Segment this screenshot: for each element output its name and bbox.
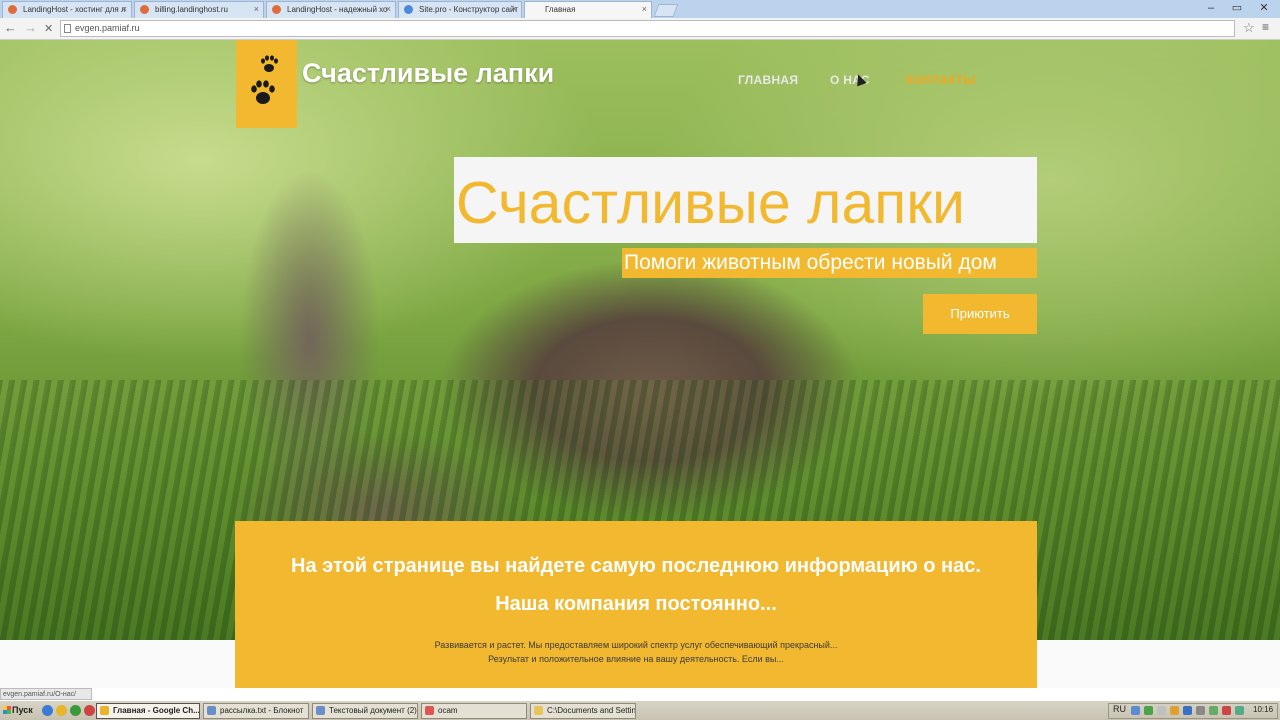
browser-tab[interactable]: LandingHost - хостинг для л × (2, 1, 132, 18)
favicon-icon (8, 5, 17, 14)
tray-network-icon[interactable] (1209, 706, 1218, 715)
info-text-line1: Развивается и растет. Мы предоставляем ш… (434, 640, 838, 650)
browser-tab-title: LandingHost - хостинг для л (23, 5, 126, 14)
browser-tab-title: LandingHost - надежный хо (287, 5, 388, 14)
about-info-panel: На этой странице вы найдете самую послед… (235, 521, 1037, 688)
taskbar-item-label: C:\Documents and Settin... (547, 706, 636, 715)
quicklaunch-app-icon[interactable] (70, 705, 81, 716)
taskbar-item-label: ocam (438, 706, 458, 715)
close-tab-icon[interactable]: × (386, 4, 391, 14)
taskbar-item-notepad[interactable]: рассылка.txt - Блокнот (203, 703, 309, 719)
minimize-window-button[interactable]: – (1198, 0, 1224, 16)
os-taskbar: Пуск Главная - Google Ch... рассылка.txt… (0, 700, 1280, 720)
close-window-button[interactable]: ✕ (1250, 0, 1278, 16)
browser-tab-title: Главная (545, 5, 576, 14)
tray-app-icon[interactable] (1170, 706, 1179, 715)
browser-tab[interactable]: LandingHost - надежный хо × (266, 1, 396, 18)
taskbar-item-document[interactable]: Текстовый документ (2)... (312, 703, 418, 719)
browser-tab-title: billing.landinghost.ru (155, 5, 228, 14)
close-tab-icon[interactable]: × (254, 4, 259, 14)
taskbar-item-ocam[interactable]: ocam (421, 703, 527, 719)
browser-tab[interactable]: Site.pro - Конструктор сайт × (398, 1, 522, 18)
paw-prints-icon (251, 55, 278, 104)
folder-icon (534, 706, 543, 715)
info-heading-line2: Наша компания постоянно... (495, 593, 777, 615)
close-tab-icon[interactable]: × (122, 4, 127, 14)
info-heading-line1: На этой странице вы найдете самую послед… (291, 555, 981, 577)
nav-home-link[interactable]: ГЛАВНАЯ (738, 73, 798, 87)
hero-title: Счастливые лапки (454, 157, 1037, 243)
favicon-icon (404, 5, 413, 14)
bookmark-star-icon[interactable]: ☆ (1243, 20, 1255, 36)
browser-tab-strip: LandingHost - хостинг для л × billing.la… (0, 0, 1280, 18)
browser-tab[interactable]: billing.landinghost.ru × (134, 1, 264, 18)
taskbar-item-chrome[interactable]: Главная - Google Ch... (96, 703, 200, 719)
ocam-icon (425, 706, 434, 715)
browser-menu-icon[interactable]: ≡ (1262, 20, 1269, 34)
tray-app-icon[interactable] (1183, 706, 1192, 715)
info-text-line2: Результат и положительное влияние на ваш… (488, 654, 784, 664)
address-url: evgen.pamiaf.ru (75, 23, 140, 33)
back-button[interactable]: ← (4, 21, 17, 35)
taskbar-item-label: Текстовый документ (2)... (329, 706, 418, 715)
page-icon (64, 24, 71, 33)
new-tab-button[interactable] (653, 4, 679, 17)
document-icon (316, 706, 325, 715)
favicon-icon (140, 5, 149, 14)
tray-app-icon[interactable] (1131, 706, 1140, 715)
taskbar-item-label: рассылка.txt - Блокнот (220, 706, 304, 715)
tray-app-icon[interactable] (1144, 706, 1153, 715)
tray-app-icon[interactable] (1235, 706, 1244, 715)
quicklaunch-ie-icon[interactable] (42, 705, 53, 716)
address-bar[interactable]: evgen.pamiaf.ru (60, 20, 1235, 37)
site-brand-name[interactable]: Счастливые лапки (302, 58, 554, 89)
page-viewport: Счастливые лапки ГЛАВНАЯ О НАС КОНТАКТЫ … (0, 40, 1280, 688)
tray-volume-icon[interactable] (1196, 706, 1205, 715)
browser-toolbar: ← → ✕ evgen.pamiaf.ru ☆ ≡ (0, 18, 1280, 40)
taskbar-item-label: Главная - Google Ch... (113, 706, 200, 715)
taskbar-clock: 10:16 (1253, 705, 1274, 714)
quicklaunch-chrome-icon[interactable] (56, 705, 67, 716)
link-status-bar: evgen.pamiaf.ru/О-нас/ (0, 688, 92, 700)
notepad-icon (207, 706, 216, 715)
language-indicator[interactable]: RU (1113, 704, 1126, 714)
adopt-button[interactable]: Приютить (923, 294, 1037, 334)
tray-app-icon[interactable] (1222, 706, 1231, 715)
nav-contacts-link[interactable]: КОНТАКТЫ (906, 73, 976, 87)
browser-tab-active[interactable]: Главная × (524, 1, 652, 18)
quicklaunch-app-icon[interactable] (84, 705, 95, 716)
close-tab-icon[interactable]: × (642, 4, 647, 14)
forward-button[interactable]: → (24, 21, 37, 35)
browser-tab-title: Site.pro - Конструктор сайт (419, 5, 519, 14)
start-button[interactable]: Пуск (1, 702, 39, 719)
site-logo[interactable] (236, 40, 297, 128)
stop-reload-button[interactable]: ✕ (44, 22, 53, 36)
close-tab-icon[interactable]: × (512, 4, 517, 14)
taskbar-item-explorer[interactable]: C:\Documents and Settin... (530, 703, 636, 719)
maximize-window-button[interactable]: ▭ (1224, 0, 1250, 16)
chrome-icon (100, 706, 109, 715)
favicon-icon (272, 5, 281, 14)
tray-app-icon[interactable] (1157, 706, 1166, 715)
hero-subtitle: Помоги животным обрести новый дом (622, 248, 1037, 278)
